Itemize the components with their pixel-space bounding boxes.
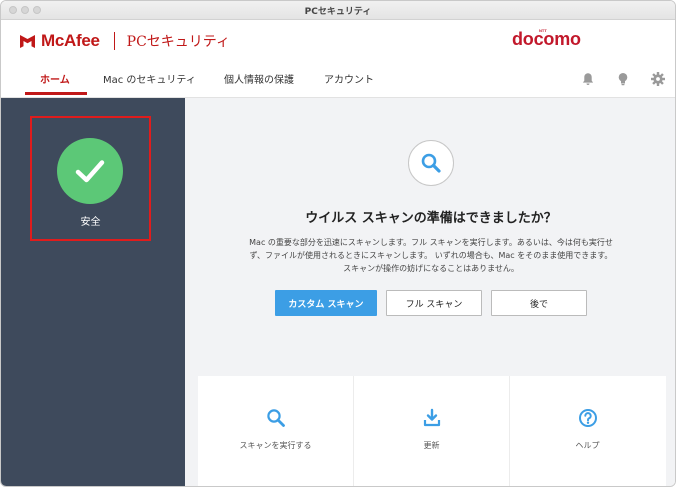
help-label: ヘルプ bbox=[575, 441, 600, 450]
download-icon bbox=[423, 408, 440, 427]
app-header: McAfee PCセキュリティ docomo NTT bbox=[1, 20, 675, 62]
mcafee-logo: McAfee PCセキュリティ bbox=[19, 31, 230, 51]
custom-scan-button[interactable]: カスタム スキャン bbox=[275, 290, 377, 316]
title-bar: PCセキュリティ bbox=[1, 1, 675, 20]
app-window: PCセキュリティ McAfee PCセキュリティ docomo NTT ホーム … bbox=[0, 0, 676, 487]
scan-headline: ウイルス スキャンの準備はできましたか？ bbox=[305, 211, 557, 226]
status-indicator bbox=[57, 138, 123, 204]
active-tab-indicator bbox=[25, 92, 87, 95]
search-icon bbox=[421, 153, 441, 173]
scan-illustration bbox=[408, 140, 454, 186]
bell-icon[interactable] bbox=[580, 71, 596, 87]
description-line: ず、ファイルが使用されるときにスキャンします。 いずれの場合も、Mac をそのま… bbox=[249, 251, 613, 260]
status-label: 安全 bbox=[80, 217, 101, 228]
scan-description: Mac の重要な部分を迅速にスキャンします。フル スキャンを実行します。あるいは… bbox=[215, 236, 647, 275]
run-scan-label: スキャンを実行する bbox=[239, 441, 312, 450]
logo-divider bbox=[113, 32, 115, 50]
sidebar: 安全 bbox=[1, 98, 185, 486]
full-scan-button[interactable]: フル スキャン bbox=[386, 290, 482, 316]
update-card[interactable]: 更新 bbox=[354, 376, 509, 486]
checkmark-icon bbox=[75, 160, 105, 183]
gear-icon[interactable] bbox=[650, 71, 666, 87]
carrier-mark: NTT bbox=[539, 28, 547, 33]
product-name: PCセキュリティ bbox=[126, 34, 230, 50]
later-button[interactable]: 後で bbox=[491, 290, 587, 316]
lightbulb-icon[interactable] bbox=[615, 71, 631, 87]
help-card[interactable]: ヘルプ bbox=[510, 376, 665, 486]
tab-mac-security[interactable]: Mac のセキュリティ bbox=[103, 71, 196, 86]
description-line: Mac の重要な部分を迅速にスキャンします。フル スキャンを実行します。あるいは… bbox=[249, 238, 613, 247]
security-status-panel: 安全 bbox=[30, 116, 151, 241]
quick-actions: スキャンを実行する 更新 ヘルプ bbox=[198, 376, 666, 486]
tab-home[interactable]: ホーム bbox=[40, 71, 70, 86]
brand-name: McAfee bbox=[41, 31, 100, 50]
description-line: スキャンが操作の妨げになることはありません。 bbox=[343, 264, 519, 273]
main-nav: ホーム Mac のセキュリティ 個人情報の保護 アカウント bbox=[1, 62, 675, 98]
help-icon bbox=[578, 409, 597, 427]
mcafee-shield-icon bbox=[20, 34, 35, 48]
window-title: PCセキュリティ bbox=[304, 7, 372, 17]
update-label: 更新 bbox=[423, 441, 440, 450]
tab-account[interactable]: アカウント bbox=[324, 71, 374, 86]
run-scan-card[interactable]: スキャンを実行する bbox=[198, 376, 353, 486]
main-content: ウイルス スキャンの準備はできましたか？ Mac の重要な部分を迅速にスキャンし… bbox=[185, 98, 675, 486]
search-icon bbox=[266, 409, 285, 427]
tab-identity-protection[interactable]: 個人情報の保護 bbox=[224, 71, 294, 86]
docomo-logo: docomo NTT bbox=[512, 28, 581, 50]
